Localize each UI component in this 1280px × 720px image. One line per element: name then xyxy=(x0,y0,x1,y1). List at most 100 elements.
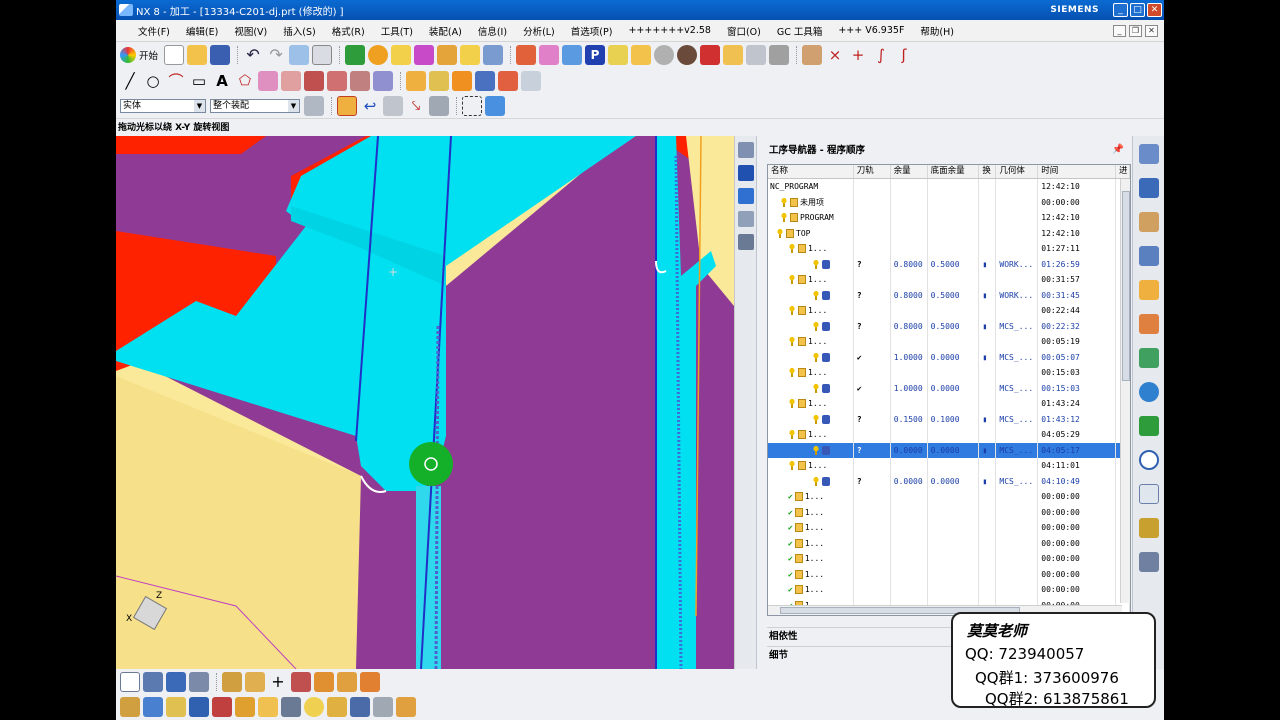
undo-icon[interactable]: ↶ xyxy=(243,45,263,65)
operation-name-cell[interactable] xyxy=(768,287,854,303)
menu-information[interactable]: 信息(I) xyxy=(470,24,515,38)
offset-curve-icon[interactable] xyxy=(258,71,278,91)
assembly-nav-icon[interactable] xyxy=(1139,144,1159,164)
cube-pink-icon[interactable] xyxy=(539,45,560,65)
table-row[interactable]: 未用项 00:00:00 xyxy=(768,194,1130,210)
table-row[interactable]: ? 0.8000 0.5000 ▮ WORK... 00:31:45 xyxy=(768,287,1130,303)
operation-name-cell[interactable]: 1... xyxy=(768,427,854,443)
operation-name-cell[interactable] xyxy=(768,411,854,427)
create-program-icon[interactable] xyxy=(222,671,242,692)
copy-object-icon[interactable] xyxy=(166,696,186,717)
type-filter-select[interactable]: 实体 xyxy=(120,99,206,113)
orange-shape-icon[interactable] xyxy=(452,71,472,91)
operation-name-cell[interactable] xyxy=(768,380,854,396)
menu-plugin-2[interactable]: +++ V6.935F xyxy=(830,25,912,36)
cross-icon[interactable]: + xyxy=(848,45,868,65)
table-row[interactable]: 1... 01:27:11 xyxy=(768,241,1130,257)
table-row[interactable]: 1... 00:15:03 xyxy=(768,365,1130,381)
vertical-scrollbar[interactable] xyxy=(1120,179,1130,603)
table-row[interactable]: ✔ 1... 00:00:00 xyxy=(768,535,1130,551)
table-row[interactable]: ? 0.0000 0.0000 ▮ MCS_... 04:05:17 xyxy=(768,442,1130,458)
menu-preferences[interactable]: 首选项(P) xyxy=(563,24,621,38)
machine-tool-view-icon[interactable] xyxy=(143,671,163,692)
operation-name-cell[interactable]: TOP xyxy=(768,225,854,241)
table-row[interactable]: PROGRAM 12:42:10 xyxy=(768,210,1130,226)
machine-view-icon[interactable] xyxy=(738,234,754,250)
join-curve-icon[interactable] xyxy=(327,71,347,91)
method-view-icon-2[interactable] xyxy=(189,671,209,692)
list-toolpath-icon[interactable] xyxy=(460,45,481,65)
graphics-viewport[interactable]: + Z X xyxy=(116,136,734,669)
arrow-icon[interactable]: ↩ xyxy=(360,96,380,116)
shop-doc-icon[interactable] xyxy=(608,45,629,65)
menu-gc-toolbox[interactable]: GC 工具箱 xyxy=(769,24,831,38)
col-feed[interactable]: 进 xyxy=(1116,165,1130,178)
doc-close-icon[interactable]: ✕ xyxy=(1145,24,1158,37)
machine-control-icon[interactable] xyxy=(483,45,504,65)
operation-name-cell[interactable]: 1... xyxy=(768,458,854,474)
rectangle-icon[interactable]: ▭ xyxy=(189,71,209,91)
split-curve-icon[interactable] xyxy=(350,71,370,91)
cut-icon[interactable] xyxy=(289,45,310,65)
spiral-icon[interactable] xyxy=(368,45,389,65)
replay-toolpath-icon[interactable] xyxy=(437,45,458,65)
close-button[interactable]: ✕ xyxy=(1147,3,1162,17)
trim-icon[interactable]: ⨯ xyxy=(825,45,845,65)
bridge-curve-icon[interactable] xyxy=(304,71,324,91)
program-order-icon[interactable] xyxy=(120,671,140,692)
post-process-icon[interactable]: P xyxy=(585,45,606,65)
table-row[interactable]: ✔ 1... 00:00:00 xyxy=(768,489,1130,505)
operation-name-cell[interactable] xyxy=(768,256,854,272)
line-icon[interactable]: ╱ xyxy=(120,71,140,91)
doc-minimize-icon[interactable]: _ xyxy=(1113,24,1126,37)
cube-blue-icon[interactable] xyxy=(562,45,583,65)
details-panel[interactable]: 细节 xyxy=(767,646,967,664)
isoparam-icon[interactable] xyxy=(373,71,393,91)
operation-name-cell[interactable]: 1... xyxy=(768,334,854,350)
pin-icon[interactable]: 📌 xyxy=(1112,144,1124,155)
operation-name-cell[interactable] xyxy=(768,318,854,334)
wcs-icon[interactable] xyxy=(406,71,426,91)
table-row[interactable]: 1... 01:43:24 xyxy=(768,396,1130,412)
rectangle-select-icon[interactable] xyxy=(462,96,482,116)
operation-name-cell[interactable]: ✔ 1... xyxy=(768,566,854,582)
operation-name-cell[interactable]: ✔ 1... xyxy=(768,489,854,505)
operation-name-cell[interactable]: 1... xyxy=(768,272,854,288)
operation-name-cell[interactable]: 1... xyxy=(768,303,854,319)
layer-icon[interactable] xyxy=(429,71,449,91)
table-row[interactable]: ✔ 1.0000 0.0000 ▮ MCS_... 00:05:07 xyxy=(768,349,1130,365)
extend-icon[interactable]: ∫ xyxy=(871,45,891,65)
geometry-view-icon-2[interactable] xyxy=(166,671,186,692)
menu-analysis[interactable]: 分析(L) xyxy=(515,24,563,38)
menu-plugin-1[interactable]: +++++++v2.58 xyxy=(620,25,719,36)
table-row[interactable]: NC_PROGRAM 12:42:10 xyxy=(768,179,1130,195)
menu-file[interactable]: 文件(F) xyxy=(116,24,178,38)
filter-icon[interactable] xyxy=(304,96,324,116)
verify-toolpath-icon[interactable] xyxy=(414,45,435,65)
menu-help[interactable]: 帮助(H) xyxy=(912,24,962,38)
feature-group-icon[interactable] xyxy=(258,696,278,717)
operation-name-cell[interactable]: 1... xyxy=(768,241,854,257)
table-row[interactable]: 1... 04:05:29 xyxy=(768,427,1130,443)
operation-name-cell[interactable] xyxy=(768,349,854,365)
start-button[interactable]: 开始 xyxy=(120,47,158,63)
paste-object-icon[interactable] xyxy=(189,696,209,717)
table-row[interactable]: ✔ 1.0000 0.0000 MCS_... 00:15:03 xyxy=(768,380,1130,396)
edit-object-icon[interactable] xyxy=(120,696,140,717)
operation-name-cell[interactable]: 1... xyxy=(768,396,854,412)
orange-tool-icon[interactable] xyxy=(360,671,380,692)
table-row[interactable]: ? 0.0000 0.0000 ▮ MCS_... 04:10:49 xyxy=(768,473,1130,489)
red-box-icon[interactable] xyxy=(700,45,721,65)
table-row[interactable]: ✔ 1... 00:00:00 xyxy=(768,566,1130,582)
graph-icon[interactable] xyxy=(498,71,518,91)
operation-name-cell[interactable]: NC_PROGRAM xyxy=(768,179,854,195)
new-file-icon[interactable] xyxy=(164,45,185,65)
orient-icon[interactable] xyxy=(304,696,324,717)
operation-name-cell[interactable]: ✔ 1... xyxy=(768,504,854,520)
operation-name-cell[interactable]: 未用项 xyxy=(768,194,854,210)
redo-icon[interactable]: ↷ xyxy=(266,45,286,65)
col-toolpath[interactable]: 刀轨 xyxy=(854,165,891,178)
col-geometry[interactable]: 几何体 xyxy=(996,165,1039,178)
program-view-icon[interactable] xyxy=(738,142,754,158)
col-floor-stock[interactable]: 底面余量 xyxy=(928,165,980,178)
